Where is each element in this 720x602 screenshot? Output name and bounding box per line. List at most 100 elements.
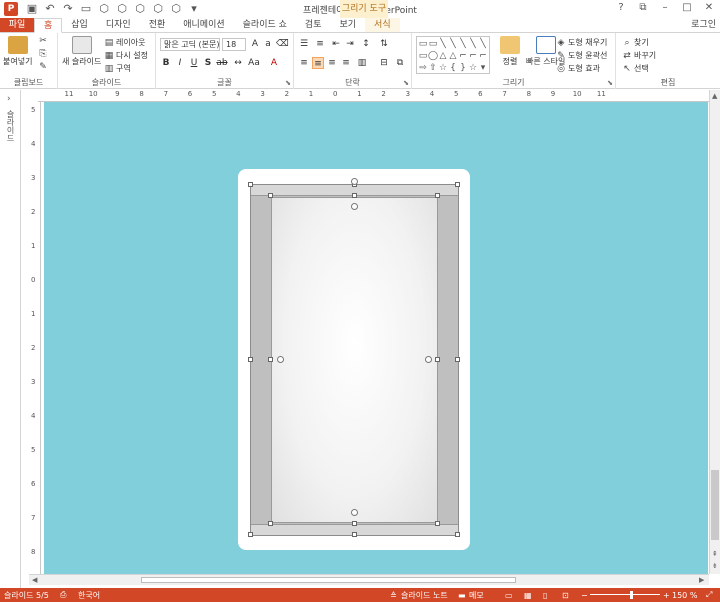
horizontal-scrollbar[interactable]: ◀ ▶ (29, 574, 709, 585)
shape-effects-button[interactable]: ◎ 도형 효과 (556, 63, 600, 74)
section-button[interactable]: ▥ 구역 (104, 63, 131, 74)
next-slide-icon[interactable]: ⇟ (712, 562, 718, 570)
font-size-combo[interactable]: 18 (222, 38, 246, 51)
comments-button[interactable]: 메모 (469, 590, 484, 601)
vertical-scrollbar[interactable]: ▲ ⇞ ⇟ (709, 90, 720, 574)
strikethrough-icon[interactable]: ab (216, 57, 228, 69)
font-dialog-launcher-icon[interactable]: ⬊ (285, 79, 291, 87)
language-indicator[interactable]: 한국어 (78, 590, 100, 601)
redo-icon[interactable]: ↷ (62, 3, 74, 15)
notes-button[interactable]: 슬라이드 노트 (401, 590, 448, 601)
minimize-icon[interactable]: – (654, 0, 676, 16)
tab-format[interactable]: 서식 (365, 18, 400, 32)
previous-slide-icon[interactable]: ⇞ (712, 550, 718, 558)
align-text-icon[interactable]: ⊟ (378, 57, 390, 69)
smartart-icon[interactable]: ⧉ (394, 57, 406, 69)
ribbon-display-icon[interactable]: ⧉ (632, 0, 654, 16)
slide-sorter-icon[interactable]: ▦ (524, 591, 532, 600)
zoom-out-icon[interactable]: − (581, 591, 588, 600)
text-direction-icon[interactable]: ⇅ (378, 38, 390, 50)
scroll-right-icon[interactable]: ▶ (699, 576, 704, 584)
replace-button[interactable]: ⇄ 바꾸기 (622, 50, 656, 61)
text-shadow-icon[interactable]: S (202, 57, 214, 69)
find-button[interactable]: ⌕ 찾기 (622, 37, 648, 48)
bold-icon[interactable]: B (160, 57, 172, 69)
shape-icon[interactable]: ⬡ (134, 3, 146, 15)
paste-button[interactable]: 붙여넣기 (3, 36, 32, 67)
shape-fill-button[interactable]: ◈ 도형 채우기 (556, 37, 608, 48)
layout-button[interactable]: ▤ 레이아웃 (104, 37, 146, 48)
zoom-level[interactable]: 150 % (672, 591, 697, 600)
qat-customize-icon[interactable]: ▾ (188, 3, 200, 15)
font-name-combo[interactable]: 맑은 고딕 (본문) (160, 38, 220, 51)
rotate-handle-icon[interactable] (277, 356, 284, 363)
underline-icon[interactable]: U (188, 57, 200, 69)
help-icon[interactable]: ? (610, 0, 632, 16)
expand-pane-chevron-icon[interactable]: › (7, 94, 11, 104)
scroll-left-icon[interactable]: ◀ (32, 576, 37, 584)
reset-button[interactable]: ▦ 다시 설정 (104, 50, 148, 61)
horizontal-scroll-thumb[interactable] (141, 577, 516, 583)
resize-handle[interactable] (435, 193, 440, 198)
resize-handle[interactable] (352, 532, 357, 537)
new-slide-button[interactable]: 새 슬라이드 (62, 36, 101, 67)
slide[interactable] (238, 169, 470, 550)
maximize-icon[interactable]: □ (676, 0, 698, 16)
resize-handle[interactable] (268, 193, 273, 198)
numbering-icon[interactable]: ≡ (314, 38, 326, 50)
fit-to-window-icon[interactable]: ⤢ (706, 590, 712, 600)
tab-animations[interactable]: 애니메이션 (174, 18, 233, 32)
start-slideshow-icon[interactable]: ▭ (80, 3, 92, 15)
rotate-handle-icon[interactable] (351, 203, 358, 210)
shape-icon[interactable]: ⬡ (152, 3, 164, 15)
justify-icon[interactable]: ≡ (340, 57, 352, 69)
clear-format-icon[interactable]: ⌫ (276, 38, 289, 50)
inner-panel-shape[interactable] (271, 197, 438, 523)
resize-handle[interactable] (248, 182, 253, 187)
slideshow-view-icon[interactable]: ⊡ (562, 591, 569, 600)
resize-handle[interactable] (435, 357, 440, 362)
italic-icon[interactable]: I (174, 57, 186, 69)
align-center-icon[interactable]: ≡ (312, 57, 324, 69)
tab-transitions[interactable]: 전환 (140, 18, 175, 32)
scroll-up-icon[interactable]: ▲ (712, 92, 717, 100)
vertical-scroll-thumb[interactable] (711, 470, 719, 540)
undo-icon[interactable]: ↶ (44, 3, 56, 15)
reading-view-icon[interactable]: ▯ (543, 591, 547, 600)
resize-handle[interactable] (268, 521, 273, 526)
zoom-slider-knob[interactable] (630, 591, 633, 599)
paragraph-dialog-launcher-icon[interactable]: ⬊ (403, 79, 409, 87)
tab-slideshow[interactable]: 슬라이드 쇼 (234, 18, 296, 32)
tab-home[interactable]: 홈 (34, 18, 63, 33)
shapes-gallery[interactable]: ▭ ▭ ╲ ╲ ╲ ╲ ╲ ▭ ◯ △ △ ⌐ ⌐ ⌐ ⇨ ⇧ ☆{} ☆ ▾ (416, 36, 490, 74)
font-color-icon[interactable]: A (268, 57, 280, 69)
close-icon[interactable]: ✕ (698, 0, 720, 16)
align-right-icon[interactable]: ≡ (326, 57, 338, 69)
increase-indent-icon[interactable]: ⇥ (344, 38, 356, 50)
copy-icon[interactable]: ⎘ (38, 49, 48, 59)
decrease-indent-icon[interactable]: ⇤ (330, 38, 342, 50)
shape-icon[interactable]: ⬡ (98, 3, 110, 15)
shrink-font-icon[interactable]: a (262, 38, 274, 50)
resize-handle[interactable] (268, 357, 273, 362)
shape-icon[interactable]: ⬡ (116, 3, 128, 15)
select-button[interactable]: ↖ 선택 (622, 63, 649, 74)
tab-insert[interactable]: 삽입 (62, 18, 97, 32)
save-icon[interactable]: ▣ (26, 3, 38, 15)
line-spacing-icon[interactable]: ↕ (360, 38, 372, 50)
char-spacing-icon[interactable]: ↔ (232, 57, 244, 69)
change-case-icon[interactable]: Aa (248, 57, 260, 69)
format-painter-icon[interactable]: ✎ (38, 62, 48, 72)
resize-handle[interactable] (455, 357, 460, 362)
spellcheck-icon[interactable]: ⎙ (60, 590, 66, 600)
tab-view[interactable]: 보기 (330, 18, 365, 32)
tab-design[interactable]: 디자인 (97, 18, 140, 32)
bullets-icon[interactable]: ☰ (298, 38, 310, 50)
cut-icon[interactable]: ✂ (38, 36, 48, 46)
tab-review[interactable]: 검토 (296, 18, 331, 32)
columns-icon[interactable]: ▥ (356, 57, 368, 69)
frame-shape[interactable] (248, 178, 460, 537)
rotate-handle-icon[interactable] (351, 509, 358, 516)
shape-icon[interactable]: ⬡ (170, 3, 182, 15)
resize-handle[interactable] (248, 532, 253, 537)
